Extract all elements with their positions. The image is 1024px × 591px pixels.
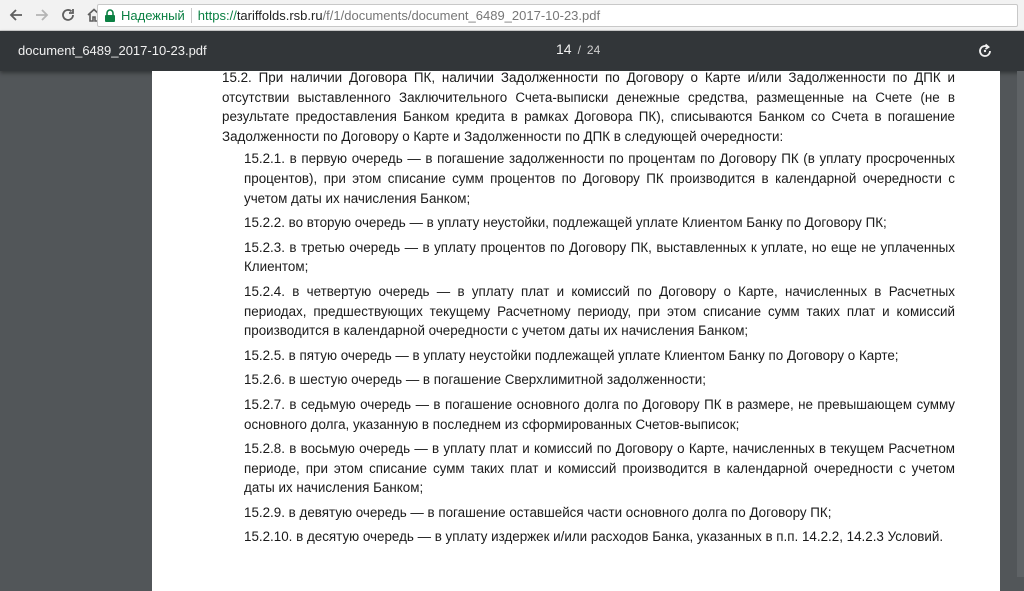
rotate-icon[interactable] xyxy=(976,42,994,60)
pdf-page: 15.2. При наличии Договора ПК, наличии З… xyxy=(152,70,1000,591)
address-bar[interactable]: Надежный https://tariffolds.rsb.ru/f/1/d… xyxy=(97,4,1018,27)
clause-15-2-1: 15.2.1. в первую очередь — в погашение з… xyxy=(244,151,955,206)
clause-15-2-6: 15.2.6. в шестую очередь — в погашение С… xyxy=(244,372,706,388)
lock-icon xyxy=(105,8,115,22)
page-number-input[interactable]: 14 xyxy=(556,41,572,57)
pdf-toolbar: document_6489_2017-10-23.pdf 14 / 24 xyxy=(0,31,1024,71)
viewer-scroll-edge xyxy=(1017,71,1024,577)
clause-15-2-7: 15.2.7. в седьмую очередь — в погашение … xyxy=(244,396,955,432)
page-indicator: 14 / 24 xyxy=(556,41,600,57)
document-text: 15.2. При наличии Договора ПК, наличии З… xyxy=(222,70,955,547)
section-15-2-intro: 15.2. При наличии Договора ПК, наличии З… xyxy=(222,70,955,144)
url-scheme: https:// xyxy=(197,8,237,23)
address-divider xyxy=(190,8,192,23)
browser-toolbar: Надежный https://tariffolds.rsb.ru/f/1/d… xyxy=(0,0,1024,31)
url-host: tariffolds.rsb.ru xyxy=(236,8,323,23)
pdf-file-name: document_6489_2017-10-23.pdf xyxy=(18,43,207,58)
back-icon[interactable] xyxy=(6,5,26,25)
page-total: 24 xyxy=(586,43,601,57)
url-path: /f/1/documents/document_6489_2017-10-23.… xyxy=(322,8,601,23)
reload-icon[interactable] xyxy=(58,5,78,25)
clause-15-2-8: 15.2.8. в восьмую очередь — в уплату пла… xyxy=(244,441,955,496)
clause-15-2-3: 15.2.3. в третью очередь — в уплату проц… xyxy=(244,239,955,275)
page-separator: / xyxy=(577,43,581,57)
forward-icon[interactable] xyxy=(32,5,52,25)
clause-15-2-10: 15.2.10. в десятую очередь — в уплату из… xyxy=(244,529,944,545)
clause-15-2-9: 15.2.9. в девятую очередь — в погашение … xyxy=(244,504,832,520)
secure-label[interactable]: Надежный xyxy=(121,8,185,23)
clause-15-2-4: 15.2.4. в четвертую очередь — в уплату п… xyxy=(244,283,955,339)
clause-15-2-2: 15.2.2. во вторую очередь — в уплату неу… xyxy=(244,215,887,231)
clause-15-2-5: 15.2.5. в пятую очередь — в уплату неуст… xyxy=(244,347,899,363)
